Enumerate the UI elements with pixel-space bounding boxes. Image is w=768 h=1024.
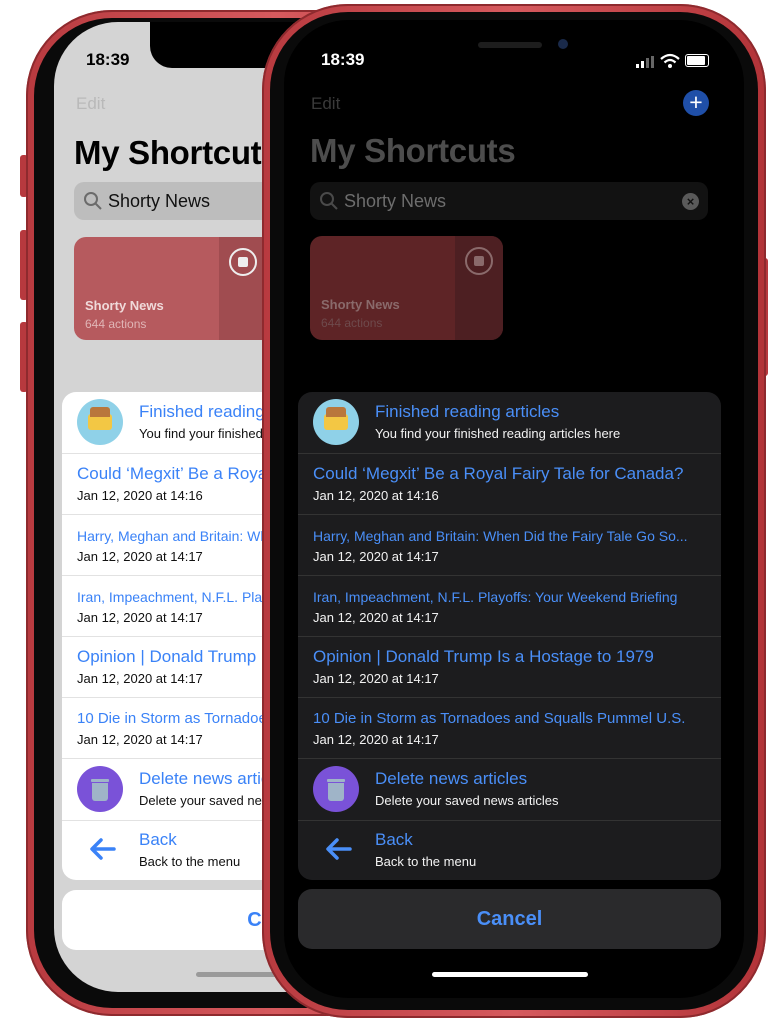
menu-item-subtitle: You find your finished reading articles … (375, 426, 621, 441)
status-time: 18:39 (321, 50, 365, 69)
article-row[interactable]: Could ‘Megxit’ Be a Royal Fairy Tale for… (298, 454, 721, 514)
menu-item-back[interactable]: Back Back to the menu (298, 821, 721, 880)
dark-screen: 18:39 Edit + My Shortcuts Shorty News × … (284, 20, 744, 998)
menu-item-subtitle: Back to the menu (139, 854, 241, 869)
shortcut-actions-count: 644 actions (321, 316, 383, 330)
article-date: Jan 12, 2020 at 14:17 (313, 671, 439, 686)
search-icon (84, 192, 102, 210)
article-date: Jan 12, 2020 at 14:17 (313, 549, 439, 564)
shortcut-tile[interactable]: Shorty News 644 actions (310, 236, 503, 340)
shortcut-name: Shorty News (321, 297, 400, 312)
article-date: Jan 12, 2020 at 14:16 (77, 488, 203, 503)
menu-item-delete[interactable]: Delete news articles Delete your saved n… (298, 759, 721, 820)
trash-icon (313, 766, 359, 812)
menu-item-finished[interactable]: Finished reading articles You find your … (298, 392, 721, 453)
menu-item-title: Delete news articles (375, 769, 528, 788)
cancel-button[interactable]: Cancel (298, 889, 721, 949)
shortcut-name: Shorty News (85, 298, 164, 313)
article-row[interactable]: 10 Die in Storm as Tornadoes and Squalls… (298, 698, 721, 758)
page-title: My Shortcuts (74, 134, 280, 171)
inbox-tray-icon (77, 399, 123, 445)
page-title: My Shortcuts (310, 132, 516, 169)
search-input[interactable]: Shorty News (344, 191, 446, 212)
article-row[interactable]: Iran, Impeachment, N.F.L. Playoffs: Your… (298, 576, 721, 636)
clear-icon[interactable]: × (682, 193, 699, 210)
article-title: 10 Die in Storm as Tornadoes and Squalls… (313, 710, 686, 727)
menu-item-subtitle: Delete your saved news articles (375, 793, 559, 808)
inbox-tray-icon (313, 399, 359, 445)
front-camera (558, 39, 568, 49)
article-date: Jan 12, 2020 at 14:17 (77, 671, 203, 686)
article-title: Opinion | Donald Trump Is a Hostage to 1… (313, 647, 654, 666)
stop-icon[interactable] (229, 248, 257, 276)
edit-button[interactable]: Edit (76, 94, 105, 114)
arrow-left-icon (326, 838, 352, 860)
article-date: Jan 12, 2020 at 14:16 (313, 488, 439, 503)
trash-icon (77, 766, 123, 812)
plus-circle-icon[interactable]: + (683, 90, 709, 116)
status-time: 18:39 (86, 50, 130, 69)
edit-button[interactable]: Edit (311, 94, 340, 114)
article-date: Jan 12, 2020 at 14:17 (313, 732, 439, 747)
arrow-left-icon (90, 838, 116, 860)
wifi-icon (660, 53, 680, 68)
article-title: Could ‘Megxit’ Be a Royal Fairy Tale for… (313, 464, 684, 483)
menu-sheet: Finished reading articles You find your … (298, 392, 721, 880)
stop-icon[interactable] (465, 247, 493, 275)
menu-item-subtitle: Back to the menu (375, 854, 477, 869)
article-date: Jan 12, 2020 at 14:17 (77, 610, 203, 625)
article-title: Harry, Meghan and Britain: When Did the … (313, 528, 688, 544)
shortcut-tile[interactable]: Shorty News 644 actions (74, 237, 274, 340)
search-icon (320, 192, 338, 210)
menu-item-title: Back (375, 830, 413, 849)
search-input[interactable]: Shorty News (108, 191, 210, 212)
article-date: Jan 12, 2020 at 14:17 (77, 549, 203, 564)
search-bar[interactable]: Shorty News × (310, 182, 708, 220)
shortcut-actions-count: 644 actions (85, 317, 147, 331)
battery-icon (685, 54, 709, 67)
article-row[interactable]: Harry, Meghan and Britain: When Did the … (298, 515, 721, 575)
article-title: Iran, Impeachment, N.F.L. Playoffs: Your… (313, 589, 678, 605)
speaker-grille (478, 42, 542, 48)
article-row[interactable]: Opinion | Donald Trump Is a Hostage to 1… (298, 637, 721, 697)
article-date: Jan 12, 2020 at 14:17 (313, 610, 439, 625)
menu-item-title: Back (139, 830, 177, 849)
article-date: Jan 12, 2020 at 14:17 (77, 732, 203, 747)
menu-item-title: Finished reading articles (375, 402, 560, 421)
home-indicator (432, 972, 588, 977)
